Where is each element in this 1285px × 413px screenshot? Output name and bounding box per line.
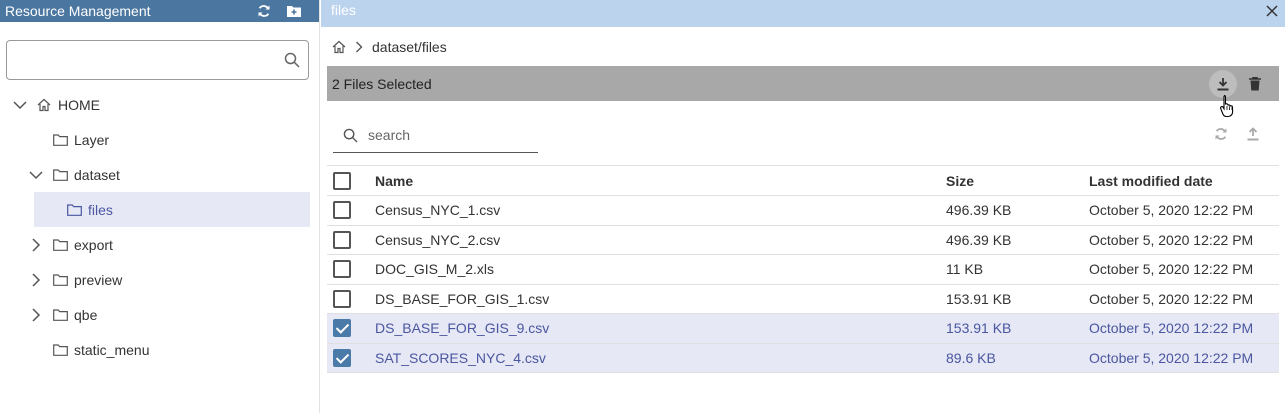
file-name: Census_NYC_2.csv [375, 225, 946, 255]
file-modified: October 5, 2020 12:22 PM [1089, 225, 1279, 255]
tree-node-layer[interactable]: Layer [52, 122, 312, 157]
panel-header: files [321, 0, 1285, 27]
folder-icon [52, 342, 68, 358]
tree-node-label: files [88, 201, 113, 218]
panel-title: Resource Management [5, 3, 151, 19]
tree-node-label: export [74, 236, 113, 253]
select-all-checkbox[interactable] [333, 171, 351, 190]
tree-node-label: static_menu [74, 341, 150, 358]
chevron-down-icon[interactable] [28, 167, 44, 183]
row-checkbox[interactable] [333, 289, 351, 308]
column-header-size[interactable]: Size [946, 165, 1089, 196]
file-modified: October 5, 2020 12:22 PM [1089, 254, 1279, 285]
row-checkbox[interactable] [333, 260, 351, 279]
file-size: 496.39 KB [946, 225, 1089, 255]
folder-icon [52, 167, 68, 183]
refresh-icon[interactable] [249, 0, 279, 22]
breadcrumb: dataset/files [321, 27, 1285, 66]
table-row[interactable]: SAT_SCORES_NYC_4.csv 89.6 KB October 5, … [327, 343, 1279, 373]
row-checkbox[interactable] [333, 201, 351, 220]
folder-icon [52, 272, 68, 288]
chevron-right-icon [355, 41, 363, 53]
file-size: 496.39 KB [946, 195, 1089, 226]
table-row[interactable]: Census_NYC_1.csv 496.39 KB October 5, 20… [327, 195, 1279, 226]
tree-node-label: preview [74, 271, 123, 288]
select-all-cell [327, 165, 375, 196]
tree-node-qbe[interactable]: qbe [28, 297, 312, 332]
close-icon[interactable] [1258, 0, 1285, 24]
tree-node-label: qbe [74, 306, 98, 323]
file-modified: October 5, 2020 12:22 PM [1089, 195, 1279, 226]
tree-search-input[interactable] [15, 42, 275, 78]
download-icon [1217, 77, 1229, 90]
file-search-input[interactable] [368, 127, 538, 143]
delete-icon [1249, 76, 1261, 90]
panel-title: files [331, 1, 356, 18]
home-icon[interactable] [332, 40, 346, 54]
row-checkbox[interactable] [333, 319, 351, 338]
file-name: Census_NYC_1.csv [375, 195, 946, 226]
selection-toolbar: 2 Files Selected [327, 66, 1279, 101]
chevron-right-icon[interactable] [28, 237, 44, 253]
file-modified: October 5, 2020 12:22 PM [1089, 343, 1279, 373]
file-name: SAT_SCORES_NYC_4.csv [375, 343, 946, 373]
file-name: DS_BASE_FOR_GIS_9.csv [375, 313, 946, 344]
tree-node-dataset[interactable]: dataset [28, 157, 312, 192]
folder-icon [52, 307, 68, 323]
file-name: DOC_GIS_M_2.xls [375, 254, 946, 285]
row-checkbox[interactable] [333, 348, 351, 367]
panel-header: Resource Management [0, 0, 319, 22]
file-size: 153.91 KB [946, 313, 1089, 344]
file-modified: October 5, 2020 12:22 PM [1089, 284, 1279, 314]
file-search-field[interactable] [333, 118, 538, 153]
row-checkbox[interactable] [333, 230, 351, 249]
tree-node-label: dataset [74, 166, 120, 183]
tree-node-static-menu[interactable]: static_menu [52, 332, 312, 367]
file-size: 89.6 KB [946, 343, 1089, 373]
tree-node-preview[interactable]: preview [28, 262, 312, 297]
folder-icon [52, 237, 68, 253]
resource-management-panel: Resource Management HOME Layer dataset f… [0, 0, 320, 413]
tree-search-field[interactable] [6, 40, 309, 80]
table-header-row: Name Size Last modified date [327, 165, 1279, 196]
table-row[interactable]: DS_BASE_FOR_GIS_1.csv 153.91 KB October … [327, 284, 1279, 314]
search-icon[interactable] [284, 52, 300, 71]
tree-node-label: HOME [58, 96, 100, 113]
refresh-icon[interactable] [1205, 123, 1237, 145]
column-header-name[interactable]: Name [375, 165, 946, 196]
new-folder-icon[interactable] [279, 0, 309, 22]
file-tools [1205, 123, 1269, 145]
hand-pointer-icon [1219, 94, 1235, 121]
upload-icon[interactable] [1237, 123, 1269, 145]
tree-node-files[interactable]: files [34, 192, 310, 227]
column-header-modified[interactable]: Last modified date [1089, 165, 1279, 196]
file-name: DS_BASE_FOR_GIS_1.csv [375, 284, 946, 314]
table-row[interactable]: Census_NYC_2.csv 496.39 KB October 5, 20… [327, 225, 1279, 255]
table-row[interactable]: DOC_GIS_M_2.xls 11 KB October 5, 2020 12… [327, 254, 1279, 285]
tree-node-home[interactable]: HOME [12, 87, 312, 122]
file-size: 11 KB [946, 254, 1089, 285]
file-modified: October 5, 2020 12:22 PM [1089, 313, 1279, 344]
file-size: 153.91 KB [946, 284, 1089, 314]
selection-count: 2 Files Selected [332, 75, 432, 92]
chevron-down-icon[interactable] [12, 97, 28, 113]
chevron-right-icon[interactable] [28, 272, 44, 288]
file-browser-panel: files dataset/files 2 Files Selected sea… [321, 0, 1285, 413]
tree-node-label: Layer [74, 131, 110, 148]
breadcrumb-path[interactable]: dataset/files [372, 39, 447, 55]
delete-button[interactable] [1241, 70, 1269, 98]
table-row[interactable]: DS_BASE_FOR_GIS_9.csv 153.91 KB October … [327, 313, 1279, 344]
app-window: Resource Management HOME Layer dataset f… [0, 0, 1285, 413]
search-icon [343, 128, 358, 143]
folder-icon [52, 132, 68, 148]
file-table: Name Size Last modified date Census_NYC_… [327, 165, 1279, 373]
chevron-right-icon[interactable] [28, 307, 44, 323]
home-icon [36, 97, 52, 113]
tree-node-export[interactable]: export [28, 227, 312, 262]
folder-icon [66, 202, 82, 218]
